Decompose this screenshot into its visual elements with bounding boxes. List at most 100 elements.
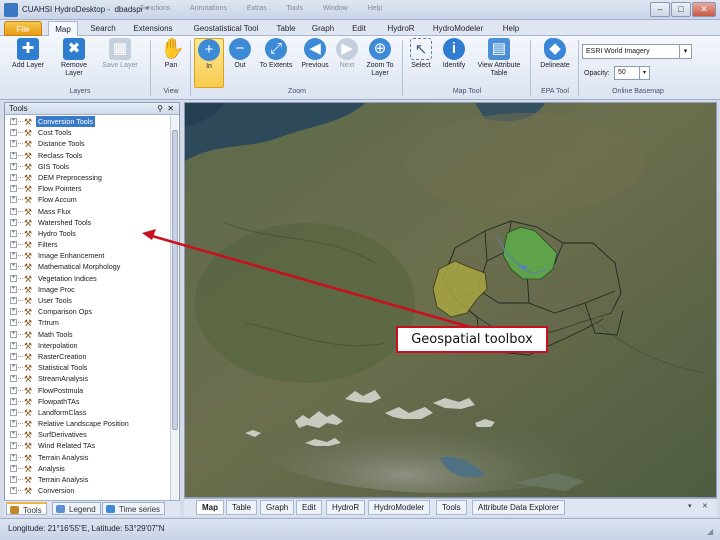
tab-tools[interactable]: Tools bbox=[6, 502, 47, 515]
tool-category-item[interactable]: + ⚒ GIS Tools bbox=[5, 161, 171, 172]
tab-graph-view[interactable]: Graph bbox=[260, 500, 295, 515]
opacity-input[interactable]: 50 ▾ bbox=[614, 66, 650, 80]
pan-button[interactable]: ✋ Pan bbox=[154, 38, 188, 88]
tool-category-item[interactable]: + ⚒ Hydro Tools bbox=[5, 228, 171, 239]
expand-icon[interactable]: + bbox=[10, 162, 17, 170]
expand-icon[interactable]: + bbox=[10, 408, 17, 416]
pin-icon[interactable]: ⚲ bbox=[157, 103, 163, 115]
expand-icon[interactable]: + bbox=[10, 274, 17, 282]
tool-category-item[interactable]: + ⚒ Image Proc bbox=[5, 284, 171, 295]
tool-category-item[interactable]: + ⚒ FlowPostmula bbox=[5, 385, 171, 396]
save-layer-button[interactable]: ▦ Save Layer bbox=[98, 38, 142, 88]
expand-icon[interactable]: + bbox=[10, 118, 17, 125]
tab-scroll-icon[interactable]: ▾ bbox=[688, 502, 692, 510]
tool-category-item[interactable]: + ⚒ FlowpathTAs bbox=[5, 396, 171, 407]
expand-icon[interactable]: + bbox=[10, 330, 17, 338]
tool-category-item[interactable]: + ⚒ Analysis bbox=[5, 463, 171, 474]
tab-legend[interactable]: Legend bbox=[52, 502, 101, 515]
tool-category-item[interactable]: + ⚒ Flow Accum bbox=[5, 194, 171, 205]
zoom-to-extents-button[interactable]: ⤢ To Extents bbox=[256, 38, 296, 88]
tab-edit-view[interactable]: Edit bbox=[296, 500, 322, 515]
expand-icon[interactable]: + bbox=[10, 252, 17, 260]
expand-icon[interactable]: + bbox=[10, 431, 17, 439]
tool-category-item[interactable]: + ⚒ Relative Landscape Position bbox=[5, 418, 171, 429]
expand-icon[interactable]: + bbox=[10, 173, 17, 181]
expand-icon[interactable]: + bbox=[10, 319, 17, 327]
tool-category-item[interactable]: + ⚒ Mass Flux bbox=[5, 206, 171, 217]
tool-category-item[interactable]: + ⚒ Reclass Tools bbox=[5, 150, 171, 161]
tool-category-item[interactable]: + ⚒ Flow Pointers bbox=[5, 183, 171, 194]
expand-icon[interactable]: + bbox=[10, 229, 17, 237]
expand-icon[interactable]: + bbox=[10, 341, 17, 349]
tab-hydror[interactable]: HydroR bbox=[380, 21, 422, 36]
expand-icon[interactable]: + bbox=[10, 397, 17, 405]
tool-category-item[interactable]: + ⚒ Comparison Ops bbox=[5, 306, 171, 317]
add-layer-button[interactable]: ✚ Add Layer bbox=[8, 38, 48, 88]
tool-category-item[interactable]: + ⚒ Statistical Tools bbox=[5, 362, 171, 373]
tool-category-item[interactable]: + ⚒ SurfDerivatives bbox=[5, 429, 171, 440]
tab-help[interactable]: Help bbox=[496, 21, 526, 36]
zoom-in-button[interactable]: + In bbox=[194, 38, 224, 88]
tab-table[interactable]: Table bbox=[272, 21, 300, 36]
expand-icon[interactable]: + bbox=[10, 241, 17, 249]
expand-icon[interactable]: + bbox=[10, 263, 17, 271]
zoom-next-button[interactable]: ▶ Next bbox=[334, 38, 360, 88]
scrollbar-thumb[interactable] bbox=[172, 130, 178, 430]
expand-icon[interactable]: + bbox=[10, 129, 17, 137]
tool-category-item[interactable]: + ⚒ RasterCreation bbox=[5, 351, 171, 362]
tab-table-view[interactable]: Table bbox=[226, 500, 258, 515]
tool-category-item[interactable]: + ⚒ Conversion Tools bbox=[5, 116, 171, 128]
expand-icon[interactable]: + bbox=[10, 476, 17, 483]
tool-category-item[interactable]: + ⚒ User Tools bbox=[5, 295, 171, 306]
expand-icon[interactable]: + bbox=[10, 487, 17, 495]
tab-attribute-data-explorer[interactable]: Attribute Data Explorer bbox=[472, 500, 565, 515]
select-button[interactable]: ↖ Select bbox=[406, 38, 436, 88]
expand-icon[interactable]: + bbox=[10, 218, 17, 226]
delineate-button[interactable]: ◆ Delineate bbox=[534, 38, 576, 88]
close-button[interactable]: ✕ bbox=[692, 2, 716, 17]
tool-category-item[interactable]: + ⚒ Image Enhancement bbox=[5, 250, 171, 261]
expand-icon[interactable]: + bbox=[10, 285, 17, 293]
maximize-button[interactable]: □ bbox=[671, 2, 691, 17]
expand-icon[interactable]: + bbox=[10, 151, 17, 159]
map-view[interactable] bbox=[184, 102, 717, 498]
tool-category-item[interactable]: + ⚒ Distance Tools bbox=[5, 138, 171, 149]
minimize-button[interactable]: – bbox=[650, 2, 670, 17]
tab-hydromodeler[interactable]: HydroModeler bbox=[428, 21, 488, 36]
close-icon[interactable]: ✕ bbox=[702, 502, 708, 510]
expand-icon[interactable]: + bbox=[10, 297, 17, 304]
tab-map[interactable]: Map bbox=[48, 21, 78, 36]
remove-layer-button[interactable]: ✖ Remove Layer bbox=[54, 38, 94, 88]
zoom-previous-button[interactable]: ◀ Previous bbox=[298, 38, 332, 88]
tab-hydror-view[interactable]: HydroR bbox=[326, 500, 366, 515]
tool-category-item[interactable]: + ⚒ Filters bbox=[5, 239, 171, 250]
resize-grip-icon[interactable]: ◢ bbox=[707, 527, 717, 537]
tab-edit[interactable]: Edit bbox=[346, 21, 372, 36]
expand-icon[interactable]: + bbox=[10, 453, 17, 461]
tool-category-item[interactable]: + ⚒ Cost Tools bbox=[5, 127, 171, 138]
tab-time-series[interactable]: Time series bbox=[102, 502, 166, 515]
identify-button[interactable]: i Identify bbox=[438, 38, 470, 88]
tool-category-item[interactable]: + ⚒ Mathematical Morphology bbox=[5, 261, 171, 272]
tool-category-item[interactable]: + ⚒ Terrain Analysis bbox=[5, 474, 171, 485]
tab-hydromodeler-view[interactable]: HydroModeler bbox=[368, 500, 431, 515]
tool-category-item[interactable]: + ⚒ Watershed Tools bbox=[5, 217, 171, 228]
expand-icon[interactable]: + bbox=[10, 185, 17, 193]
tab-extensions[interactable]: Extensions bbox=[128, 21, 178, 36]
expand-icon[interactable]: + bbox=[10, 352, 17, 360]
basemap-select[interactable]: ESRI World Imagery ▾ bbox=[582, 44, 692, 59]
tool-category-item[interactable]: + ⚒ Interpolation bbox=[5, 340, 171, 351]
zoom-out-button[interactable]: − Out bbox=[226, 38, 254, 88]
zoom-to-layer-button[interactable]: ⊕ Zoom To Layer bbox=[362, 38, 398, 88]
expand-icon[interactable]: + bbox=[10, 308, 17, 316]
tool-category-item[interactable]: + ⚒ Vegetation Indices bbox=[5, 273, 171, 284]
tool-category-item[interactable]: + ⚒ Terrain Analysis bbox=[5, 452, 171, 463]
tools-scrollbar[interactable] bbox=[170, 116, 178, 502]
tab-tools-view[interactable]: Tools bbox=[436, 500, 467, 515]
expand-icon[interactable]: + bbox=[10, 207, 17, 215]
tool-category-item[interactable]: + ⚒ DEM Preprocessing bbox=[5, 172, 171, 183]
view-attribute-table-button[interactable]: ▤ View Attribute Table bbox=[472, 38, 526, 88]
tool-category-item[interactable]: + ⚒ StreamAnalysis bbox=[5, 373, 171, 384]
expand-icon[interactable]: + bbox=[10, 442, 17, 450]
expand-icon[interactable]: + bbox=[10, 196, 17, 204]
